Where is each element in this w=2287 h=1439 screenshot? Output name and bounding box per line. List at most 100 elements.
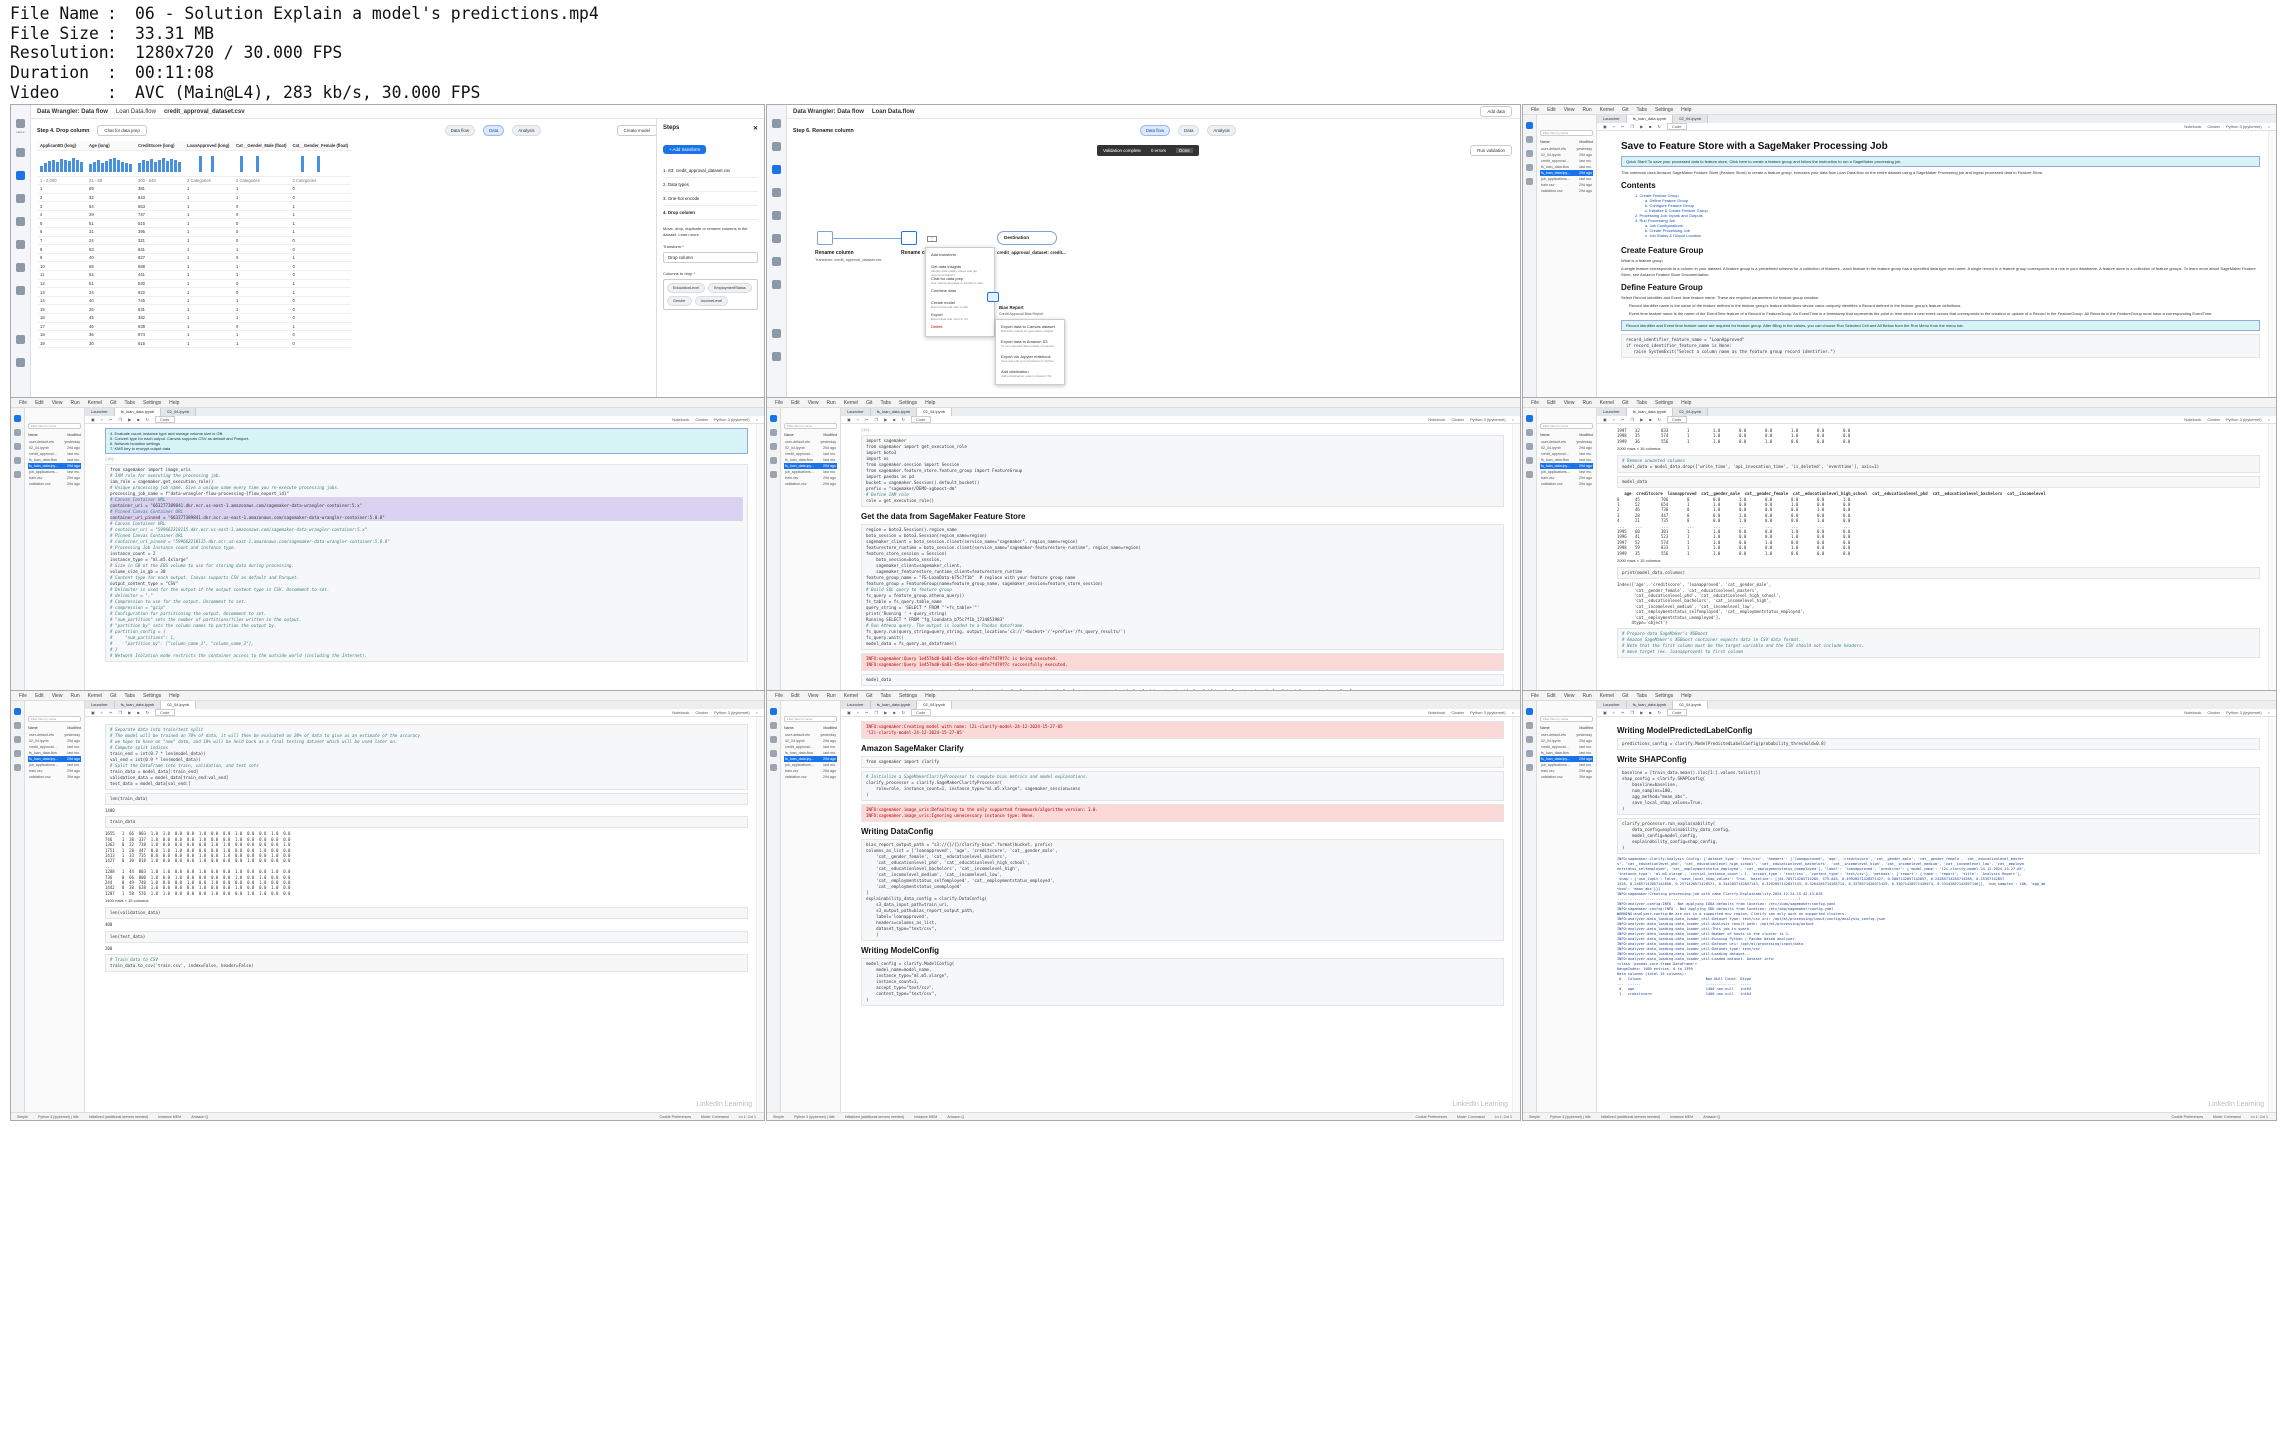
- table-cell[interactable]: 0: [233, 218, 290, 229]
- col-modified[interactable]: Modified: [823, 433, 837, 437]
- table-cell[interactable]: 1: [233, 296, 290, 306]
- table-cell[interactable]: 0: [289, 244, 352, 254]
- menu-kernel[interactable]: Kernel: [88, 693, 102, 699]
- tab-notebook-2[interactable]: 02_04.ipynb: [917, 408, 953, 416]
- menu-git[interactable]: Git: [866, 400, 872, 406]
- menu-file[interactable]: File: [1531, 107, 1539, 113]
- toc-icon[interactable]: [770, 471, 777, 478]
- data-wrangler-icon[interactable]: [772, 165, 781, 174]
- menu-item[interactable]: Add transform: [926, 250, 994, 262]
- col-name[interactable]: Name: [1540, 726, 1550, 730]
- tab-notebook-1[interactable]: fs_loan_data.ipynb: [870, 701, 918, 709]
- running-icon[interactable]: [770, 429, 777, 436]
- running-icon[interactable]: [772, 142, 781, 151]
- gen-ai-icon[interactable]: [772, 280, 781, 289]
- cell-type-select[interactable]: Code: [910, 416, 931, 423]
- cell-type-select[interactable]: Code: [154, 416, 175, 423]
- stop-icon[interactable]: ■: [137, 710, 139, 715]
- tab-launcher[interactable]: Launcher: [841, 701, 871, 709]
- scrollbar[interactable]: [2268, 717, 2276, 1112]
- table-cell[interactable]: 1: [184, 201, 233, 211]
- table-cell[interactable]: 747: [135, 210, 184, 220]
- table-cell[interactable]: 6: [37, 227, 86, 237]
- menu-edit[interactable]: Edit: [1547, 400, 1556, 406]
- copy-icon[interactable]: ❐: [874, 710, 878, 715]
- table-cell[interactable]: 531: [135, 304, 184, 314]
- save-icon[interactable]: ▣: [847, 417, 851, 422]
- toc-icon[interactable]: [14, 764, 21, 771]
- toc-link[interactable]: c. Job Status & Output Location: [1645, 233, 2260, 238]
- col-name[interactable]: Name: [28, 726, 38, 730]
- menu-help[interactable]: Help: [925, 400, 935, 406]
- table-cell[interactable]: 1: [184, 184, 233, 194]
- table-cell[interactable]: 24: [86, 236, 135, 246]
- menu-git[interactable]: Git: [866, 693, 872, 699]
- menu-item[interactable]: Create model Export data and train model: [926, 298, 994, 310]
- table-cell[interactable]: 2: [37, 193, 86, 203]
- menu-edit[interactable]: Edit: [791, 400, 800, 406]
- add-transform-button[interactable]: + Add transform: [663, 145, 707, 154]
- table-cell[interactable]: 54: [86, 201, 135, 211]
- code-cell[interactable]: len(train_data): [105, 793, 748, 805]
- copy-icon[interactable]: ❐: [1630, 417, 1634, 422]
- menu-run[interactable]: Run: [1582, 107, 1591, 113]
- git-icon[interactable]: [770, 736, 777, 743]
- file-item[interactable]: validation.csv 29d ago: [784, 481, 837, 487]
- tab-notebook-2[interactable]: 02_04.ipynb: [1673, 701, 1709, 709]
- menu-item[interactable]: Delete: [926, 322, 994, 334]
- table-cell[interactable]: 0: [289, 236, 352, 246]
- table-cell[interactable]: 46: [86, 322, 135, 332]
- running-icon[interactable]: [14, 429, 21, 436]
- toast-done-button[interactable]: Done: [1176, 148, 1193, 153]
- tab-notebook-1[interactable]: fs_loan_data.ipynb: [1626, 115, 1674, 123]
- cut-icon[interactable]: ✂: [1621, 417, 1624, 422]
- run-icon[interactable]: ▶: [884, 417, 887, 422]
- table-cell[interactable]: 54: [86, 270, 135, 280]
- menu-file[interactable]: File: [1531, 693, 1539, 699]
- git-icon[interactable]: [1526, 736, 1533, 743]
- git-icon[interactable]: [1526, 150, 1533, 157]
- columns-multiselect[interactable]: EducationLevel EmploymentStatus Gender Inco…: [663, 279, 758, 310]
- crumb-flow[interactable]: Loan Data.flow: [872, 109, 915, 115]
- folder-icon[interactable]: [770, 708, 777, 715]
- kernel-name[interactable]: Python 3 (ipykernel): [714, 710, 750, 715]
- add-cell-icon[interactable]: +: [857, 710, 859, 715]
- extension-icon[interactable]: [14, 457, 21, 464]
- table-cell[interactable]: 1: [184, 287, 233, 297]
- table-cell[interactable]: 32: [86, 193, 135, 203]
- amazon-q[interactable]: Amazon Q: [1703, 1115, 1720, 1119]
- menu-view[interactable]: View: [1564, 400, 1575, 406]
- destination-node[interactable]: Destination: [997, 231, 1057, 245]
- table-cell[interactable]: 441: [135, 270, 184, 280]
- table-cell[interactable]: 1: [184, 330, 233, 340]
- file-filter-input[interactable]: Filter files by name: [784, 423, 837, 429]
- menu-file[interactable]: File: [1531, 400, 1539, 406]
- tab-analysis[interactable]: Analysis: [1207, 125, 1236, 136]
- extension-icon[interactable]: [1526, 164, 1533, 171]
- col-name[interactable]: Name: [28, 433, 38, 437]
- code-cell[interactable]: import sagemaker from sagemaker import ge…: [861, 435, 1504, 507]
- file-item[interactable]: validation.csv 29d ago: [1540, 481, 1593, 487]
- copy-icon[interactable]: ❐: [118, 417, 122, 422]
- cell-type-select[interactable]: Code: [1666, 416, 1687, 423]
- table-cell[interactable]: 17: [37, 322, 86, 332]
- file-filter-input[interactable]: Filter files by name: [28, 716, 81, 722]
- cell-type-select[interactable]: Code: [1666, 709, 1687, 716]
- code-cell[interactable]: predictions_config = clarify.ModelPredic…: [1617, 738, 2260, 750]
- table-cell[interactable]: 0: [289, 313, 352, 323]
- menu-view[interactable]: View: [52, 693, 63, 699]
- step-item[interactable]: 3. One-hot encode: [663, 192, 758, 206]
- close-icon[interactable]: ✕: [753, 125, 758, 132]
- cluster-button[interactable]: Cluster: [1451, 710, 1464, 715]
- restart-icon[interactable]: ↻: [1658, 417, 1661, 422]
- menu-settings[interactable]: Settings: [899, 400, 917, 406]
- file-item[interactable]: validation.csv 29d ago: [28, 481, 81, 487]
- menu-run[interactable]: Run: [1582, 400, 1591, 406]
- col-modified[interactable]: Modified: [67, 726, 81, 730]
- running-icon[interactable]: [770, 722, 777, 729]
- menu-kernel[interactable]: Kernel: [1600, 693, 1614, 699]
- table-cell[interactable]: 1: [184, 313, 233, 323]
- code-cell[interactable]: train_data: [105, 816, 748, 829]
- submenu-item[interactable]: Add destination Add a destination node to…: [996, 367, 1064, 382]
- table-cell[interactable]: 0: [233, 279, 290, 289]
